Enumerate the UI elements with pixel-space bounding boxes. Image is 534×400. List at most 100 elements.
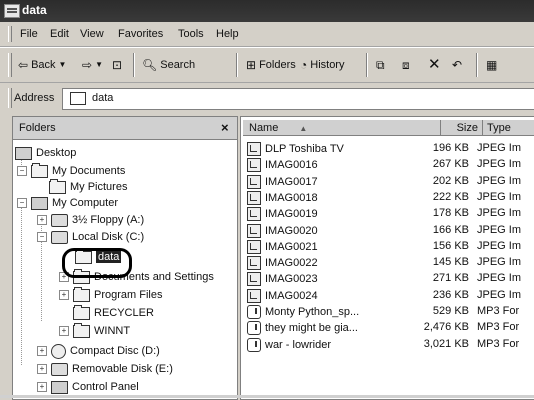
expand-icon[interactable]: + xyxy=(37,364,47,374)
file-size: 222 KB xyxy=(432,190,469,203)
menu-edit[interactable]: Edit xyxy=(50,28,69,40)
history-button[interactable]: ◔ History xyxy=(300,57,344,73)
menu-file[interactable]: File xyxy=(20,28,38,40)
file-size: 156 KB xyxy=(432,239,469,252)
up-folder-button[interactable]: ⊡ xyxy=(112,57,122,73)
folders-button[interactable]: ⊞ Folders xyxy=(246,57,296,73)
file-row[interactable]: IMAG0021 156 KB JPEG Im xyxy=(241,239,534,255)
tree-item-my-computer[interactable]: − My Computer xyxy=(17,195,118,211)
back-button[interactable]: ⇦ Back ▼ xyxy=(18,57,66,73)
tree-item-label: 3½ Floppy (A:) xyxy=(72,214,145,226)
undo-button[interactable]: ↶ xyxy=(452,57,462,73)
close-icon[interactable]: × xyxy=(221,120,229,135)
file-row[interactable]: IMAG0017 202 KB JPEG Im xyxy=(241,174,534,190)
delete-button[interactable]: ✕ xyxy=(428,57,441,73)
address-value[interactable]: data xyxy=(92,92,113,104)
expand-icon[interactable]: + xyxy=(37,382,47,392)
tree-item-recycler[interactable]: RECYCLER xyxy=(73,304,154,321)
tree-item-my-documents[interactable]: − My Documents xyxy=(17,162,125,179)
collapse-icon[interactable]: − xyxy=(17,198,27,208)
file-name: IMAG0016 xyxy=(265,159,318,172)
explorer-window-icon xyxy=(4,4,20,18)
expand-icon[interactable]: + xyxy=(37,346,47,356)
menubar-grip[interactable] xyxy=(8,26,12,42)
copy-to-button[interactable]: ⧈ xyxy=(402,57,410,73)
addressbar-grip[interactable] xyxy=(8,88,12,108)
folder-icon xyxy=(70,92,86,105)
address-label: Address xyxy=(14,92,55,104)
move-to-icon: ⧉ xyxy=(376,58,385,72)
tree-item-my-pictures[interactable]: My Pictures xyxy=(49,178,127,195)
file-name: IMAG0021 xyxy=(265,240,318,253)
address-input[interactable] xyxy=(62,88,534,110)
folder-icon xyxy=(31,162,48,178)
collapse-icon[interactable]: − xyxy=(37,232,47,242)
column-header-size[interactable]: Size xyxy=(441,120,483,136)
file-row[interactable]: IMAG0020 166 KB JPEG Im xyxy=(241,223,534,239)
tree-item-desktop[interactable]: Desktop xyxy=(15,145,76,161)
file-row[interactable]: IMAG0019 178 KB JPEG Im xyxy=(241,206,534,222)
tree-item-label: RECYCLER xyxy=(94,307,154,319)
expand-icon[interactable]: + xyxy=(59,290,69,300)
file-row[interactable]: they might be gia... 2,476 KB MP3 For xyxy=(241,320,534,336)
file-row[interactable]: IMAG0023 271 KB JPEG Im xyxy=(241,271,534,287)
file-size: 3,021 KB xyxy=(423,337,469,350)
folder-icon xyxy=(73,322,90,338)
jpeg-icon xyxy=(247,288,261,303)
search-icon: 🔍︎ xyxy=(142,58,158,72)
expand-icon[interactable]: + xyxy=(37,215,47,225)
tree-item-local-disk[interactable]: − Local Disk (C:) xyxy=(37,229,144,245)
search-button-label: Search xyxy=(160,59,196,71)
views-icon: ▦ xyxy=(486,58,498,72)
menu-view[interactable]: View xyxy=(80,28,104,40)
file-type: JPEG Im xyxy=(477,272,522,285)
file-row[interactable]: IMAG0016 267 KB JPEG Im xyxy=(241,157,534,173)
back-button-label: Back xyxy=(31,59,56,71)
file-row[interactable]: IMAG0024 236 KB JPEG Im xyxy=(241,288,534,304)
expand-icon[interactable]: + xyxy=(59,326,69,336)
tree-item-compact-disc[interactable]: + Compact Disc (D:) xyxy=(37,343,160,359)
file-row[interactable]: DLP Toshiba TV 196 KB JPEG Im xyxy=(241,141,534,157)
up-folder-icon: ⊡ xyxy=(112,58,123,72)
forward-dropdown-icon[interactable]: ▼ xyxy=(95,59,103,71)
jpeg-icon xyxy=(247,272,261,287)
column-header-name[interactable]: Name ▲ xyxy=(243,120,441,136)
tree-item-removable-disk[interactable]: + Removable Disk (E:) xyxy=(37,361,173,377)
file-list: Name ▲ Size Type DLP Toshiba TV 196 KB JPE… xyxy=(240,116,534,400)
copy-to-icon: ⧈ xyxy=(402,58,410,72)
menu-help[interactable]: Help xyxy=(216,28,239,40)
file-name-cell: Monty Python_sp... xyxy=(247,305,359,319)
file-row[interactable]: Monty Python_sp... 529 KB MP3 For xyxy=(241,304,534,320)
tree-item-label: Control Panel xyxy=(72,381,139,393)
folders-icon: ⊞ xyxy=(246,58,257,72)
file-type: JPEG Im xyxy=(477,239,522,252)
column-header-name-label: Name xyxy=(249,122,279,134)
menu-favorites[interactable]: Favorites xyxy=(118,28,163,40)
tree-item-winnt[interactable]: + WINNT xyxy=(59,322,130,339)
file-name-cell: war - lowrider xyxy=(247,337,331,352)
tree-item-control-panel[interactable]: + Control Panel xyxy=(37,379,139,395)
file-size: 202 KB xyxy=(432,174,469,187)
forward-button[interactable]: ⇨ ▼ xyxy=(82,57,103,73)
file-type: JPEG Im xyxy=(477,256,522,269)
file-type: MP3 For xyxy=(477,305,520,317)
file-row[interactable]: IMAG0022 145 KB JPEG Im xyxy=(241,255,534,271)
cd-drive-icon xyxy=(51,343,66,359)
tree-item-program-files[interactable]: + Program Files xyxy=(59,286,163,303)
file-row[interactable]: IMAG0018 222 KB JPEG Im xyxy=(241,190,534,206)
menu-tools[interactable]: Tools xyxy=(178,28,204,40)
tree-item-label: Program Files xyxy=(94,289,163,301)
jpeg-icon xyxy=(247,223,261,238)
back-arrow-icon: ⇦ xyxy=(18,58,29,72)
file-row[interactable]: war - lowrider 3,021 KB MP3 For xyxy=(241,337,534,353)
search-button[interactable]: 🔍︎ Search xyxy=(142,57,195,73)
collapse-icon[interactable]: − xyxy=(17,166,27,176)
views-button[interactable]: ▦ xyxy=(486,57,497,73)
move-to-button[interactable]: ⧉ xyxy=(376,57,385,73)
tree-item-floppy[interactable]: + 3½ Floppy (A:) xyxy=(37,212,144,228)
folders-button-label: Folders xyxy=(259,59,296,71)
column-header-type[interactable]: Type xyxy=(483,120,534,136)
back-dropdown-icon[interactable]: ▼ xyxy=(59,59,67,71)
toolbar-grip[interactable] xyxy=(8,53,12,77)
history-button-label: History xyxy=(310,59,345,71)
